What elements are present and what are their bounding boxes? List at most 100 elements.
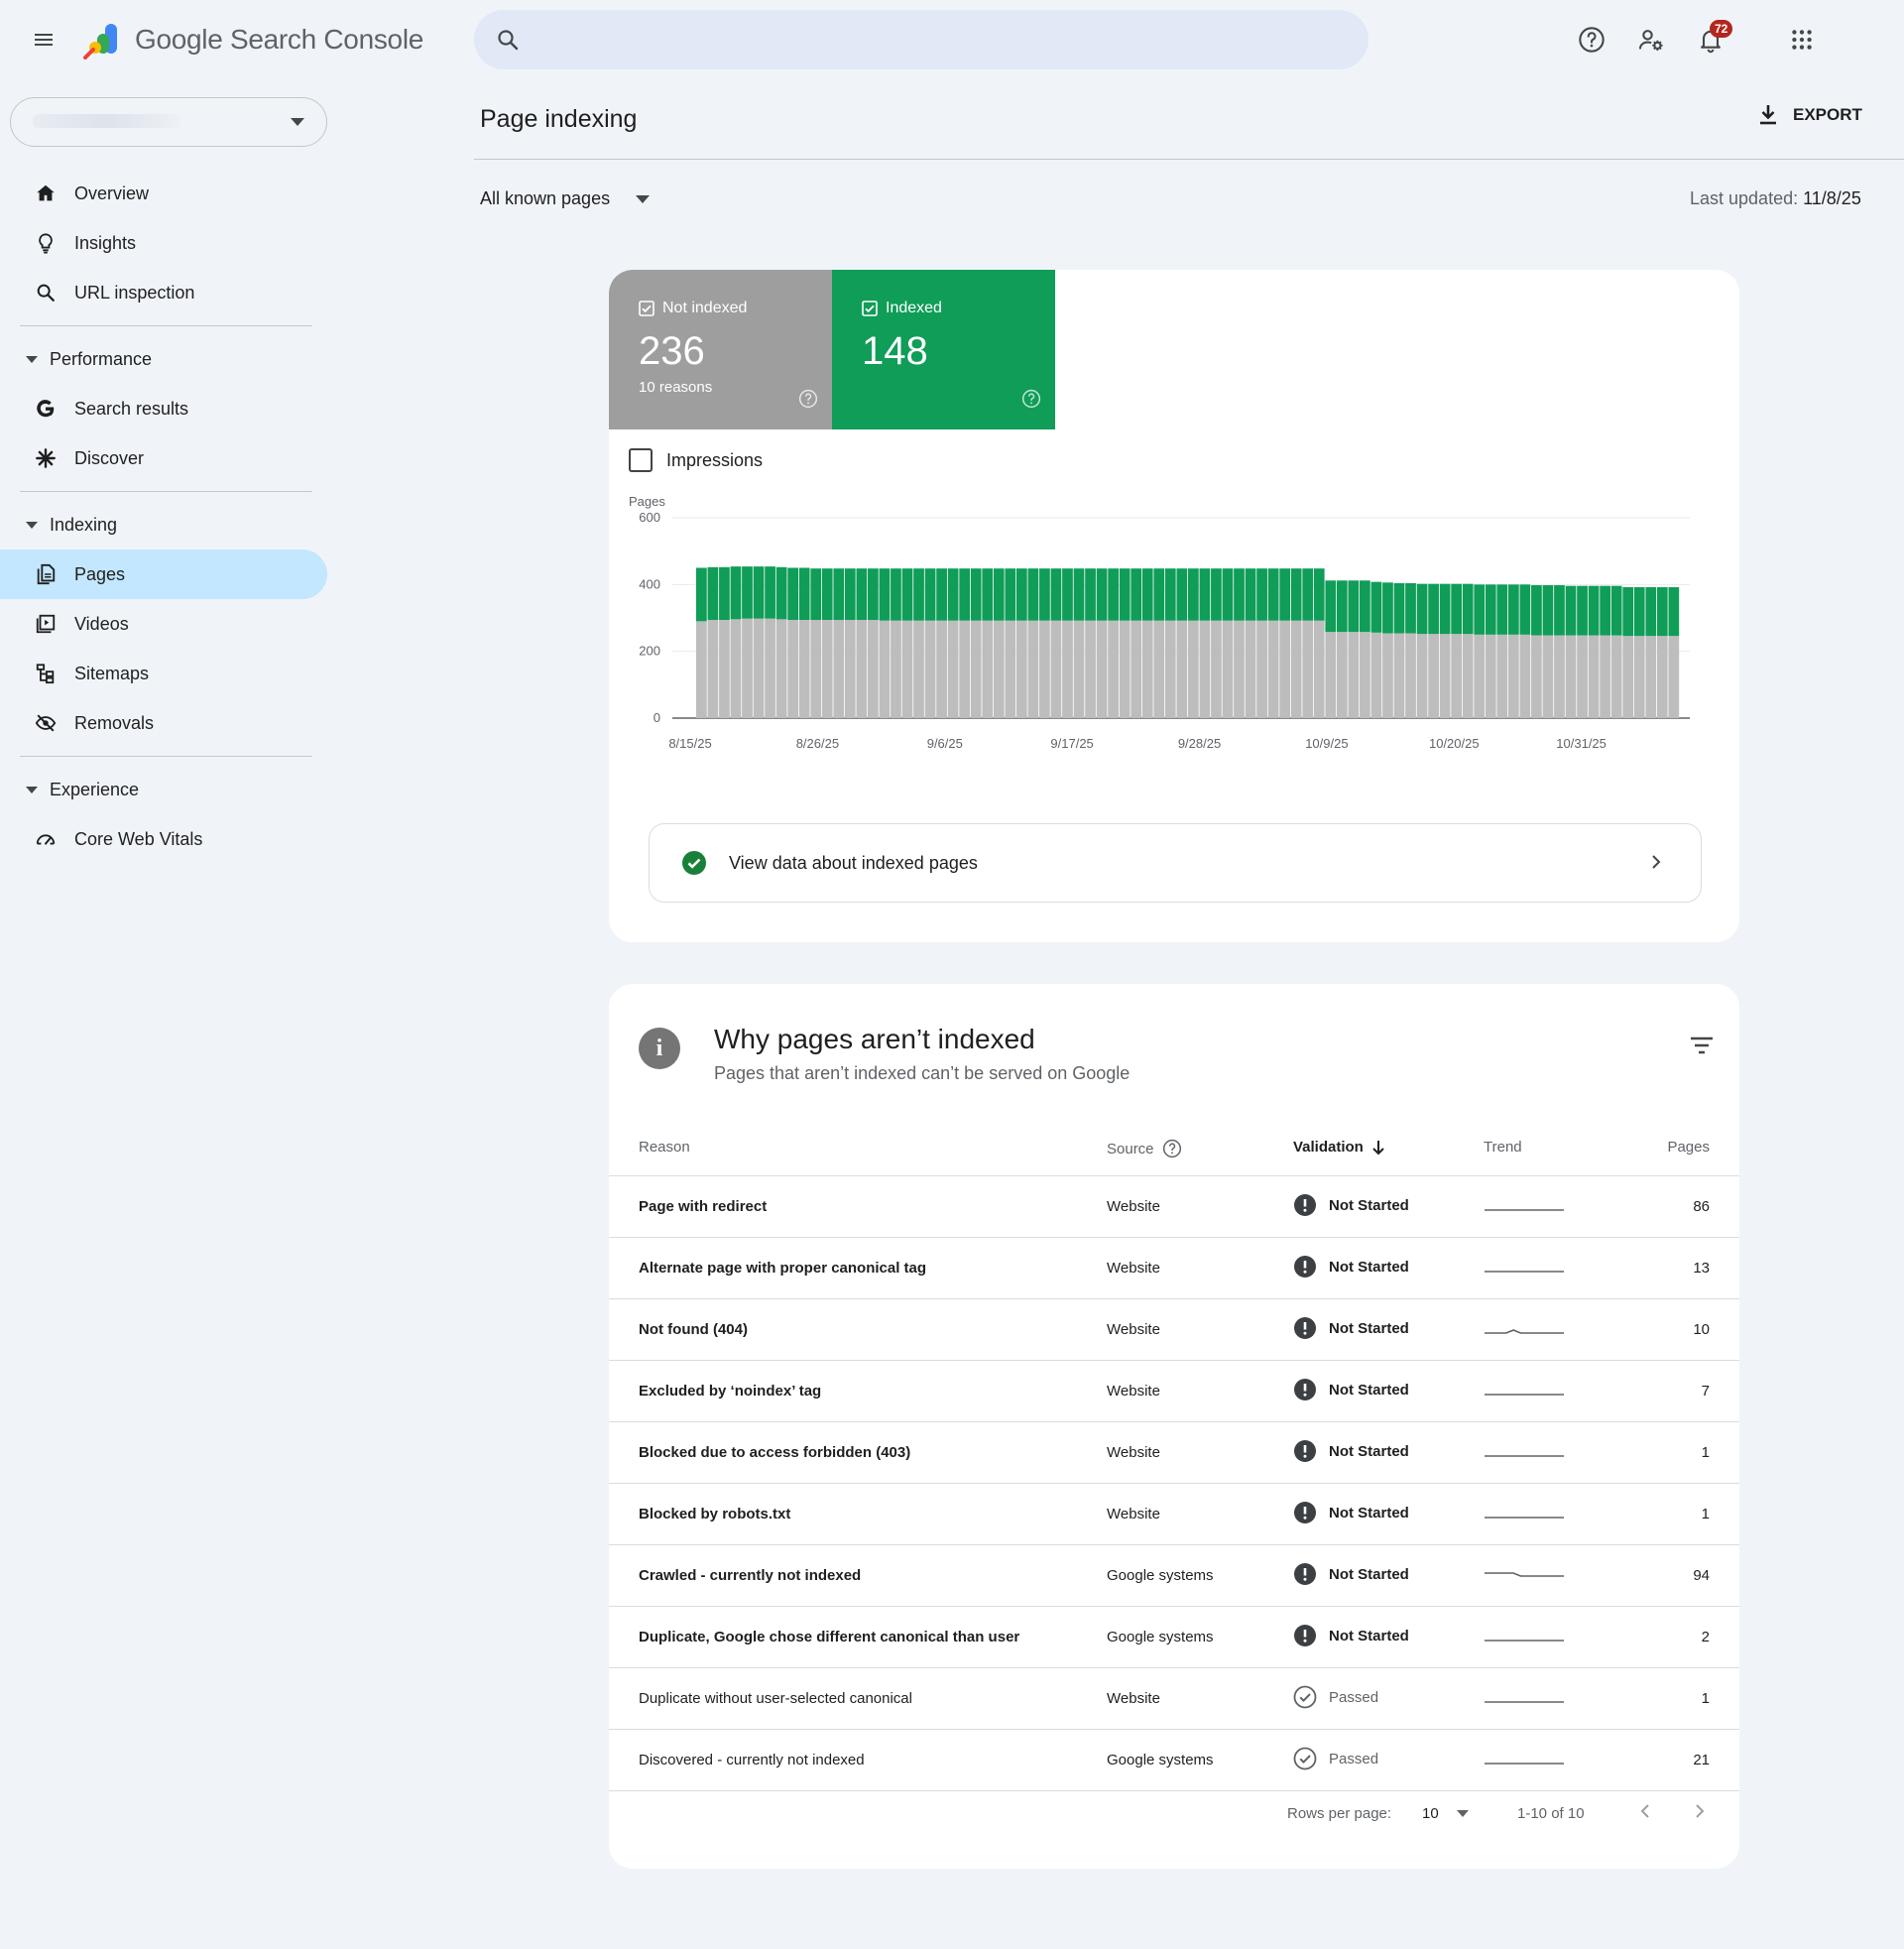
bar-not-indexed[interactable]	[1039, 620, 1050, 718]
bar-indexed[interactable]	[1256, 568, 1267, 621]
bar-indexed[interactable]	[1507, 584, 1519, 635]
sidebar-item-videos[interactable]: Videos	[0, 599, 327, 649]
bar-indexed[interactable]	[1245, 568, 1256, 621]
bar-indexed[interactable]	[1290, 568, 1302, 621]
bar-indexed[interactable]	[993, 568, 1005, 621]
bar-not-indexed[interactable]	[1267, 620, 1279, 718]
bar-indexed[interactable]	[1153, 568, 1165, 621]
bar-indexed[interactable]	[753, 566, 765, 619]
sidebar-item-insights[interactable]: Insights	[0, 218, 327, 268]
bar-indexed[interactable]	[1462, 583, 1474, 635]
bar-not-indexed[interactable]	[1507, 634, 1519, 718]
bar-not-indexed[interactable]	[1633, 636, 1645, 718]
bar-not-indexed[interactable]	[1565, 635, 1577, 718]
bar-not-indexed[interactable]	[1554, 635, 1565, 718]
previous-page-button[interactable]	[1640, 1803, 1650, 1819]
bar-not-indexed[interactable]	[1313, 620, 1325, 718]
bar-not-indexed[interactable]	[1164, 620, 1176, 718]
bar-indexed[interactable]	[798, 567, 810, 621]
bar-indexed[interactable]	[1336, 580, 1348, 633]
sidebar-section-performance[interactable]: Performance	[0, 334, 337, 384]
sidebar-item-search-results[interactable]: Search results	[0, 384, 327, 433]
bar-indexed[interactable]	[982, 568, 994, 621]
bar-indexed[interactable]	[1439, 583, 1451, 635]
bar-not-indexed[interactable]	[1542, 635, 1554, 718]
bar-not-indexed[interactable]	[1370, 632, 1382, 718]
bar-indexed[interactable]	[787, 567, 799, 621]
bar-indexed[interactable]	[1313, 568, 1325, 621]
bar-indexed[interactable]	[1050, 568, 1062, 621]
bar-indexed[interactable]	[970, 568, 982, 621]
sidebar-item-discover[interactable]: Discover	[0, 433, 327, 483]
bar-not-indexed[interactable]	[696, 621, 707, 718]
bar-indexed[interactable]	[1188, 568, 1199, 621]
bar-indexed[interactable]	[1600, 585, 1610, 636]
bar-indexed[interactable]	[1279, 568, 1291, 621]
sidebar-item-pages[interactable]: Pages	[0, 549, 327, 599]
bar-indexed[interactable]	[1234, 568, 1245, 621]
property-selector[interactable]	[10, 97, 327, 147]
bar-indexed[interactable]	[1199, 568, 1211, 621]
bar-not-indexed[interactable]	[1360, 632, 1370, 718]
bar-not-indexed[interactable]	[1428, 634, 1439, 718]
bar-indexed[interactable]	[1382, 582, 1393, 634]
bar-indexed[interactable]	[844, 568, 856, 621]
bar-not-indexed[interactable]	[1382, 633, 1393, 718]
table-row[interactable]: Blocked due to access forbidden (403) Web…	[609, 1422, 1739, 1484]
search-bar[interactable]	[474, 10, 1368, 69]
bar-not-indexed[interactable]	[719, 620, 730, 718]
bar-not-indexed[interactable]	[1050, 620, 1062, 718]
bar-indexed[interactable]	[730, 566, 742, 620]
bar-indexed[interactable]	[1622, 587, 1634, 637]
bar-not-indexed[interactable]	[1222, 620, 1234, 718]
bar-indexed[interactable]	[1531, 585, 1542, 636]
next-page-button[interactable]	[1695, 1803, 1705, 1819]
bar-indexed[interactable]	[1141, 568, 1153, 621]
bar-not-indexed[interactable]	[1405, 633, 1416, 718]
bar-indexed[interactable]	[1393, 582, 1405, 634]
bar-indexed[interactable]	[1496, 584, 1508, 635]
bar-not-indexed[interactable]	[901, 620, 913, 718]
bar-indexed[interactable]	[1039, 568, 1050, 621]
bar-indexed[interactable]	[901, 568, 913, 621]
bar-indexed[interactable]	[1610, 585, 1622, 636]
bar-not-indexed[interactable]	[1153, 620, 1165, 718]
sidebar-item-removals[interactable]: Removals	[0, 698, 327, 748]
export-button[interactable]: EXPORT	[1757, 103, 1862, 127]
sidebar-item-core-web-vitals[interactable]: Core Web Vitals	[0, 814, 327, 864]
bar-not-indexed[interactable]	[765, 618, 775, 718]
bar-not-indexed[interactable]	[1027, 620, 1039, 718]
bar-not-indexed[interactable]	[810, 620, 822, 718]
bar-not-indexed[interactable]	[1073, 620, 1085, 718]
bar-not-indexed[interactable]	[913, 620, 924, 718]
bar-not-indexed[interactable]	[1256, 620, 1267, 718]
bar-not-indexed[interactable]	[1336, 632, 1348, 718]
search-input[interactable]	[534, 29, 1327, 51]
sidebar-item-url-inspection[interactable]: URL inspection	[0, 268, 327, 317]
bar-indexed[interactable]	[1485, 584, 1496, 635]
bar-not-indexed[interactable]	[787, 620, 799, 718]
bar-not-indexed[interactable]	[821, 620, 833, 718]
bar-not-indexed[interactable]	[1519, 634, 1531, 718]
bar-not-indexed[interactable]	[753, 618, 765, 718]
bar-indexed[interactable]	[833, 568, 845, 621]
bar-not-indexed[interactable]	[844, 620, 856, 718]
page-filter-dropdown[interactable]: All known pages	[480, 188, 651, 209]
help-icon[interactable]	[1021, 389, 1041, 414]
bar-not-indexed[interactable]	[1108, 620, 1119, 718]
bar-indexed[interactable]	[1370, 581, 1382, 633]
bar-not-indexed[interactable]	[879, 620, 891, 718]
bar-indexed[interactable]	[1542, 585, 1554, 636]
bar-indexed[interactable]	[1416, 583, 1428, 635]
bar-indexed[interactable]	[1348, 580, 1360, 633]
impressions-toggle[interactable]: Impressions	[629, 448, 763, 472]
bar-indexed[interactable]	[1211, 568, 1222, 621]
table-row[interactable]: Page with redirect Website Not Started 86	[609, 1176, 1739, 1238]
bar-indexed[interactable]	[765, 566, 775, 619]
main-menu-button[interactable]	[28, 24, 60, 56]
bar-not-indexed[interactable]	[1439, 634, 1451, 718]
bar-indexed[interactable]	[856, 568, 868, 621]
bar-indexed[interactable]	[775, 566, 787, 620]
bar-not-indexed[interactable]	[833, 620, 845, 718]
bar-not-indexed[interactable]	[1005, 620, 1016, 718]
